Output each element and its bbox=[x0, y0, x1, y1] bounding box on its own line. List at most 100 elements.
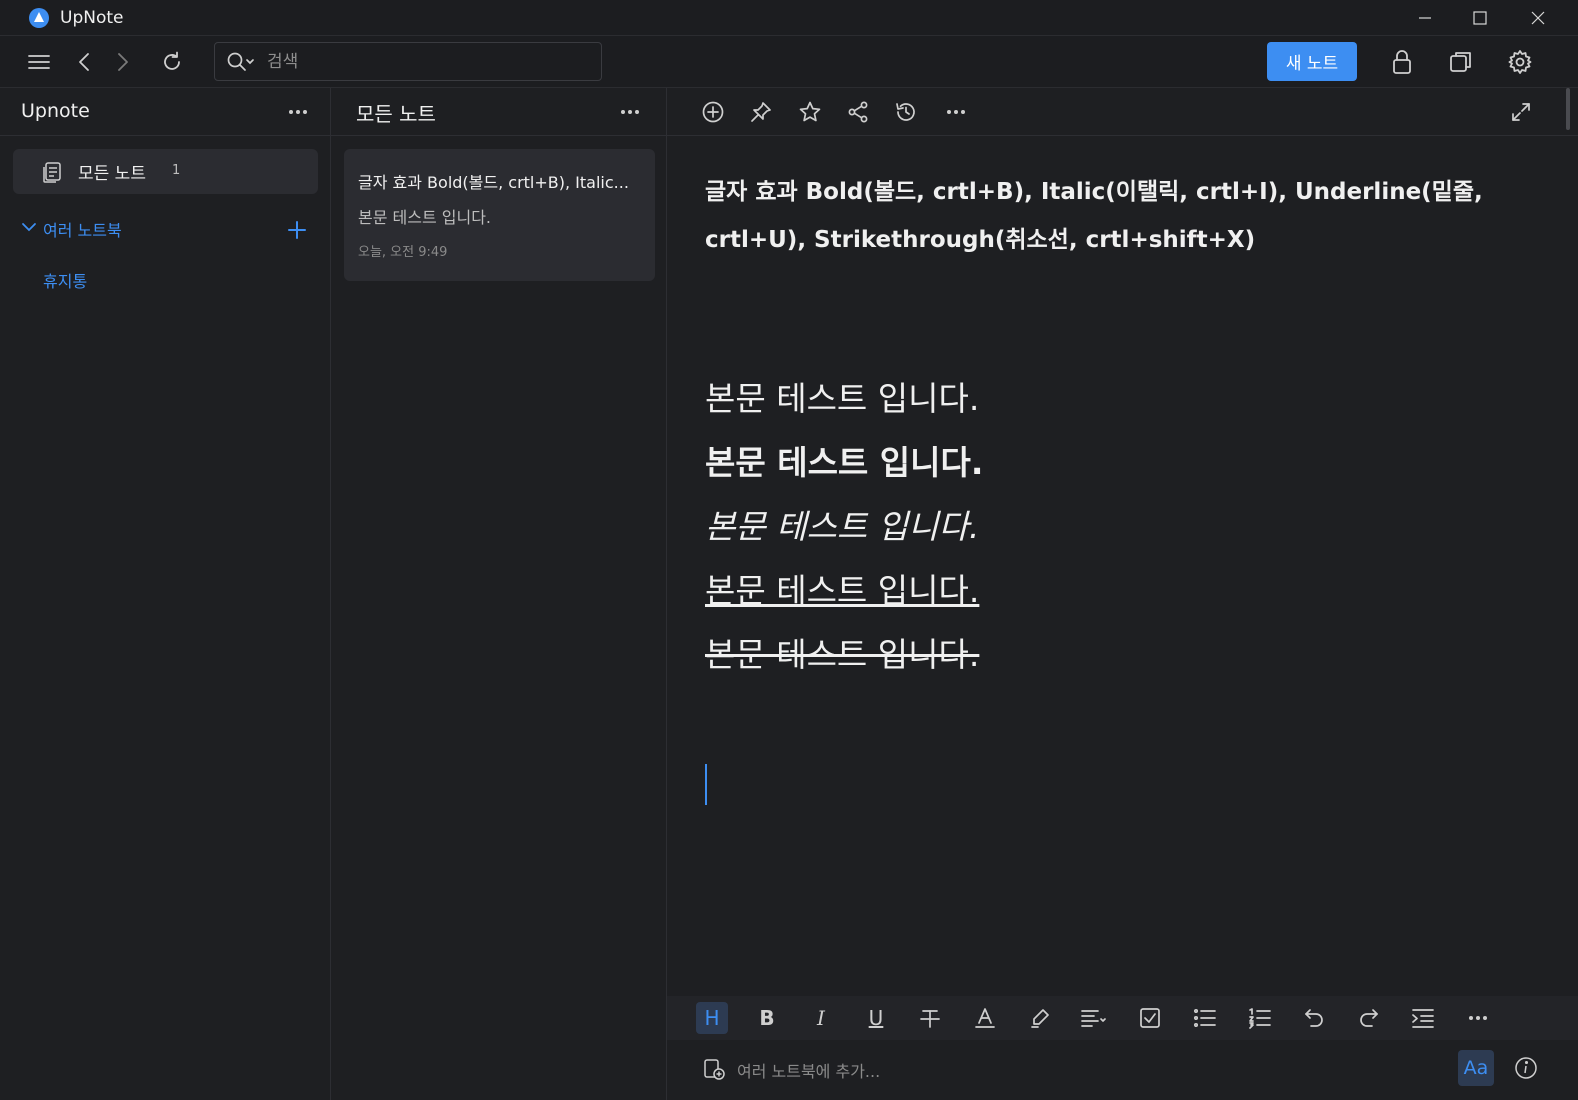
sidebar-item-trash[interactable]: 휴지통 bbox=[43, 268, 87, 292]
note-card[interactable]: 글자 효과 Bold(볼드, crtl+B), Italic... 본문 테스트… bbox=[344, 149, 655, 281]
back-button[interactable] bbox=[66, 44, 102, 80]
sidebar-item-label: 모든 노트 bbox=[78, 164, 146, 184]
forward-button[interactable] bbox=[105, 44, 141, 80]
sidebar-title: Upnote bbox=[21, 100, 90, 122]
redo-icon bbox=[1360, 1009, 1378, 1027]
plus-circle-icon bbox=[702, 101, 724, 123]
sidebar-more-icon[interactable] bbox=[289, 110, 307, 114]
format-toolbar: H B I U bbox=[667, 996, 1578, 1040]
format-more-icon[interactable] bbox=[1469, 1016, 1487, 1020]
underline-button[interactable]: U bbox=[860, 1002, 892, 1034]
maximize-button[interactable] bbox=[1452, 0, 1508, 36]
search-input[interactable] bbox=[267, 51, 587, 72]
align-left-icon bbox=[1081, 1010, 1106, 1027]
editor-more-icon[interactable] bbox=[947, 110, 965, 114]
minimize-button[interactable] bbox=[1397, 0, 1453, 36]
checkbox-icon bbox=[1140, 1008, 1160, 1028]
menu-button[interactable] bbox=[21, 44, 57, 80]
info-icon[interactable] bbox=[1514, 1056, 1538, 1080]
editor-toolbar bbox=[667, 88, 1578, 136]
hamburger-menu-icon bbox=[28, 55, 50, 69]
text-color-button[interactable] bbox=[969, 1002, 1001, 1034]
note-title[interactable]: 글자 효과 Bold(볼드, crtl+B), Italic(이탤릭, crtl… bbox=[705, 168, 1505, 264]
share-button[interactable] bbox=[841, 95, 875, 129]
star-icon bbox=[799, 101, 821, 122]
notes-stack-icon bbox=[43, 162, 61, 183]
maximize-icon bbox=[1473, 11, 1487, 25]
expand-icon bbox=[1512, 103, 1530, 121]
align-button[interactable] bbox=[1078, 1002, 1110, 1034]
sidebar-section-notebooks[interactable]: 여러 노트북 bbox=[43, 217, 122, 241]
refresh-icon bbox=[164, 51, 180, 70]
history-button[interactable] bbox=[889, 95, 923, 129]
chevron-right-icon bbox=[118, 53, 128, 71]
body-line-normal[interactable]: 본문 테스트 입니다. bbox=[705, 372, 979, 420]
numbered-list-icon bbox=[1249, 1008, 1271, 1029]
editor-panel: 글자 효과 Bold(볼드, crtl+B), Italic(이탤릭, crtl… bbox=[667, 88, 1578, 1100]
redo-button[interactable] bbox=[1353, 1002, 1385, 1034]
add-button[interactable] bbox=[696, 95, 730, 129]
close-window-button[interactable] bbox=[1510, 0, 1566, 36]
title-bar: UpNote bbox=[0, 0, 1578, 36]
note-card-date: 오늘, 오전 9:49 bbox=[358, 245, 448, 260]
chevron-down-icon[interactable] bbox=[21, 222, 37, 234]
text-cursor bbox=[705, 764, 707, 805]
share-icon bbox=[848, 101, 868, 123]
sidebar-header: Upnote bbox=[0, 88, 330, 136]
search-box[interactable] bbox=[214, 42, 602, 81]
bullet-list-button[interactable] bbox=[1189, 1002, 1221, 1034]
numbered-list-button[interactable] bbox=[1244, 1002, 1276, 1034]
add-notebook-icon[interactable] bbox=[287, 220, 307, 240]
new-window-button[interactable] bbox=[1443, 44, 1479, 80]
favorite-button[interactable] bbox=[793, 95, 827, 129]
body-line-italic[interactable]: 본문 테스트 입니다. bbox=[705, 500, 979, 548]
fullscreen-button[interactable] bbox=[1504, 95, 1538, 129]
close-icon bbox=[1531, 11, 1545, 25]
note-list-header: 모든 노트 bbox=[331, 88, 666, 136]
undo-icon bbox=[1305, 1009, 1323, 1027]
italic-button[interactable]: I bbox=[805, 1002, 837, 1034]
chevron-left-icon bbox=[79, 53, 89, 71]
body-line-underline[interactable]: 본문 테스트 입니다. bbox=[705, 564, 979, 612]
add-to-notebook-icon[interactable] bbox=[703, 1058, 725, 1080]
highlight-button[interactable] bbox=[1024, 1002, 1056, 1034]
strikethrough-button[interactable] bbox=[914, 1002, 946, 1034]
indent-icon bbox=[1412, 1009, 1434, 1028]
search-icon bbox=[215, 43, 267, 80]
note-list-panel: 모든 노트 글자 효과 Bold(볼드, crtl+B), Italic... … bbox=[331, 88, 667, 1100]
note-list-more-icon[interactable] bbox=[621, 110, 639, 114]
refresh-button[interactable] bbox=[154, 44, 190, 80]
checklist-button[interactable] bbox=[1134, 1002, 1166, 1034]
strikethrough-icon bbox=[920, 1010, 940, 1028]
minimize-icon bbox=[1419, 17, 1431, 19]
pin-button[interactable] bbox=[744, 95, 778, 129]
gear-icon bbox=[1508, 50, 1532, 74]
editor-scrollbar[interactable] bbox=[1566, 88, 1570, 130]
note-list-title: 모든 노트 bbox=[356, 102, 436, 126]
body-line-bold[interactable]: 본문 테스트 입니다. bbox=[705, 436, 983, 484]
new-note-button[interactable]: 새 노트 bbox=[1267, 42, 1357, 81]
pin-icon bbox=[751, 102, 771, 122]
undo-button[interactable] bbox=[1298, 1002, 1330, 1034]
history-icon bbox=[896, 103, 915, 121]
text-color-icon bbox=[975, 1008, 995, 1028]
bullet-list-icon bbox=[1193, 1008, 1216, 1028]
main-toolbar: 새 노트 bbox=[0, 36, 1578, 88]
lock-button[interactable] bbox=[1384, 44, 1420, 80]
note-count-badge: 1 bbox=[172, 163, 181, 178]
sidebar-item-all-notes[interactable]: 모든 노트 1 bbox=[13, 149, 318, 194]
note-card-title: 글자 효과 Bold(볼드, crtl+B), Italic... bbox=[358, 173, 629, 192]
add-to-notebook-field[interactable]: 여러 노트북에 추가... bbox=[737, 1058, 880, 1082]
lock-icon bbox=[1393, 50, 1411, 74]
note-card-preview: 본문 테스트 입니다. bbox=[358, 208, 492, 227]
copy-window-icon bbox=[1450, 52, 1471, 72]
upnote-logo-icon bbox=[29, 8, 49, 28]
sidebar: Upnote 모든 노트 1 여러 노트북 휴지통 bbox=[0, 88, 331, 1100]
settings-button[interactable] bbox=[1502, 44, 1538, 80]
font-settings-button[interactable]: Aa bbox=[1458, 1050, 1494, 1086]
heading-button[interactable]: H bbox=[696, 1002, 728, 1034]
body-line-strikethrough[interactable]: 본문 테스트 입니다. bbox=[705, 628, 979, 676]
bold-button[interactable]: B bbox=[751, 1002, 783, 1034]
indent-button[interactable] bbox=[1407, 1002, 1439, 1034]
note-footer: 여러 노트북에 추가... Aa bbox=[667, 1040, 1578, 1100]
